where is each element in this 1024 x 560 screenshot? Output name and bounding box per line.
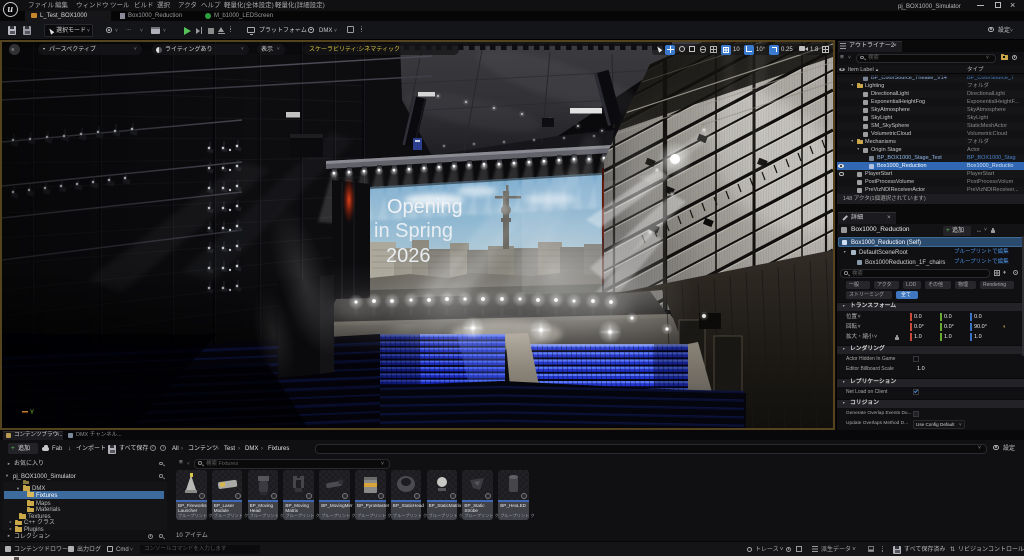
svg-text:Y: Y <box>30 410 34 416</box>
